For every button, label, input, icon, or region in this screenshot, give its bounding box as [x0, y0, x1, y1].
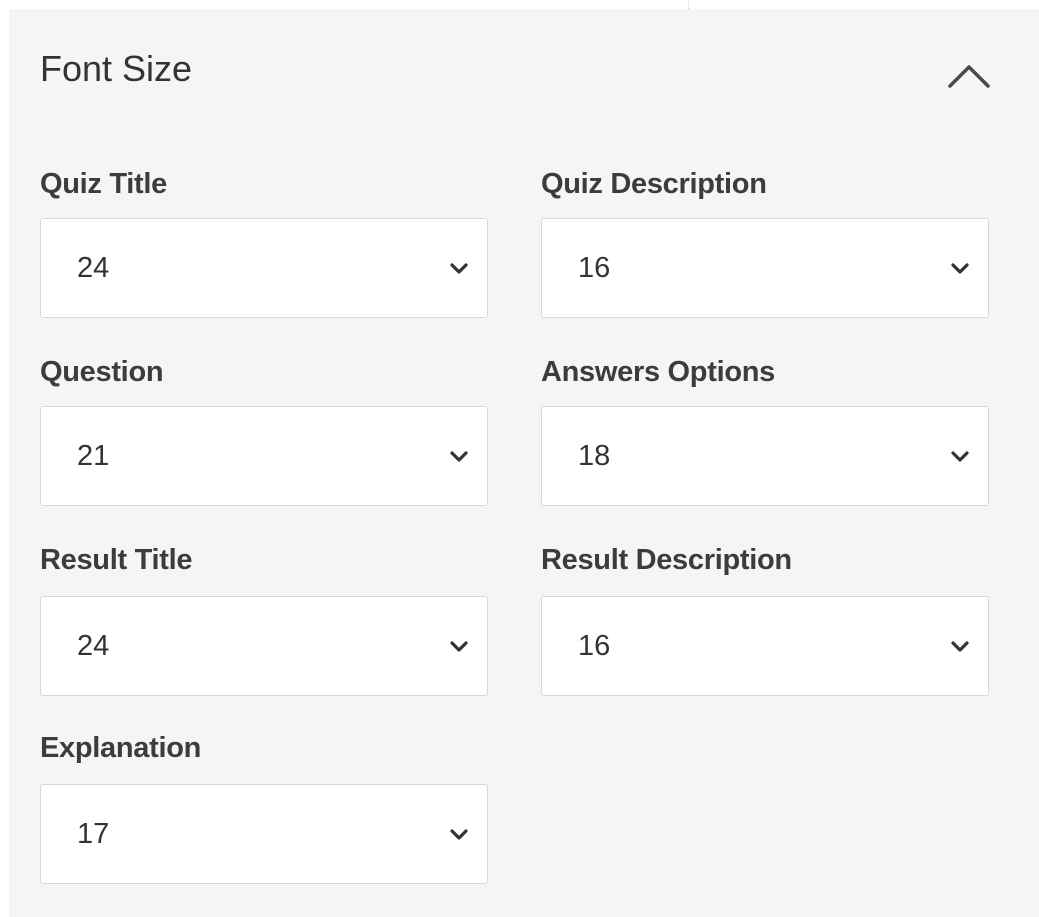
- quiz-title-select[interactable]: 24: [40, 218, 488, 318]
- result-description-label: Result Description: [541, 544, 792, 576]
- collapse-button[interactable]: [941, 49, 997, 97]
- result-title-select[interactable]: 24: [40, 596, 488, 696]
- top-strip: [0, 0, 1039, 9]
- font-size-panel: Font Size Quiz Title 24 Quiz Description…: [9, 9, 1039, 917]
- question-label: Question: [40, 356, 164, 388]
- chevron-up-icon: [941, 49, 997, 97]
- chevron-down-icon: [950, 449, 970, 465]
- explanation-value: 17: [77, 818, 110, 850]
- quiz-description-label: Quiz Description: [541, 168, 767, 200]
- question-select[interactable]: 21: [40, 406, 488, 506]
- panel-title: Font Size: [40, 48, 193, 89]
- panel-header[interactable]: Font Size: [9, 9, 1039, 129]
- chevron-down-icon: [950, 639, 970, 655]
- result-title-value: 24: [77, 630, 110, 662]
- answers-options-value: 18: [578, 440, 611, 472]
- result-description-select[interactable]: 16: [541, 596, 989, 696]
- chevron-down-icon: [449, 639, 469, 655]
- quiz-description-select[interactable]: 16: [541, 218, 989, 318]
- quiz-description-value: 16: [578, 252, 611, 284]
- top-divider: [688, 0, 689, 9]
- explanation-select[interactable]: 17: [40, 784, 488, 884]
- quiz-title-label: Quiz Title: [40, 168, 167, 200]
- result-description-value: 16: [578, 630, 611, 662]
- result-title-label: Result Title: [40, 544, 193, 576]
- chevron-down-icon: [449, 449, 469, 465]
- answers-options-select[interactable]: 18: [541, 406, 989, 506]
- chevron-down-icon: [449, 261, 469, 277]
- explanation-label: Explanation: [40, 732, 202, 764]
- chevron-down-icon: [449, 827, 469, 843]
- chevron-down-icon: [950, 261, 970, 277]
- quiz-title-value: 24: [77, 252, 110, 284]
- question-value: 21: [77, 440, 110, 472]
- answers-options-label: Answers Options: [541, 356, 775, 388]
- page: Font Size Quiz Title 24 Quiz Description…: [0, 0, 1039, 917]
